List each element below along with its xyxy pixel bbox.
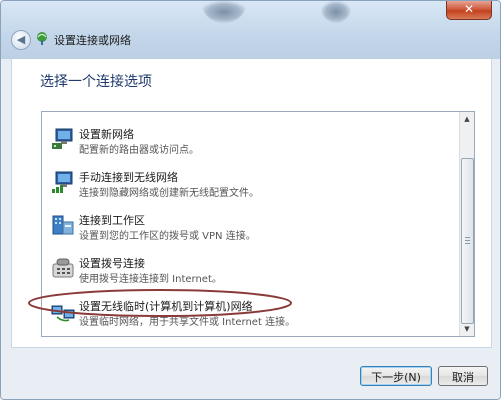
window-title: 设置连接或网络 [54,34,131,47]
wireless-network-icon [52,171,73,193]
option-setup-new-network[interactable]: 设置新网络 配置新的路由器或访问点。 [42,120,452,162]
scroll-up-arrow-icon[interactable]: ▲ [460,112,474,126]
option-title: 连接到工作区 [79,214,145,227]
scroll-down-arrow-icon[interactable]: ▼ [460,322,474,336]
title-bar: ✕ ◀ 设置连接或网络 [1,1,500,59]
option-connect-workplace[interactable]: 连接到工作区 设置到您的工作区的拨号或 VPN 连接。 [42,206,452,248]
option-description: 使用拨号连接连接到 Internet。 [79,274,222,285]
dialog-window: ✕ ◀ 设置连接或网络 选择一个连接选项 设置新网络 配置新的路由器或访问点。 [0,0,501,400]
thumb-grip [465,240,470,241]
thumb-grip [465,237,470,238]
option-description: 连接到隐藏网络或创建新无线配置文件。 [79,188,259,199]
dialup-phone-icon [52,258,74,278]
option-manual-wireless[interactable]: 手动连接到无线网络 连接到隐藏网络或创建新无线配置文件。 [42,163,452,205]
option-description: 配置新的路由器或访问点。 [79,145,199,156]
network-app-icon [37,32,47,45]
option-title: 设置拨号连接 [79,257,145,270]
vertical-scrollbar[interactable]: ▲ ▼ [459,112,474,336]
back-button[interactable]: ◀ [11,30,31,50]
cancel-button[interactable]: 取消 [438,366,488,386]
highlight-annotation-ellipse [28,289,292,317]
network-monitor-icon [52,128,73,149]
option-description: 设置到您的工作区的拨号或 VPN 连接。 [79,231,256,242]
content-panel: 选择一个连接选项 设置新网络 配置新的路由器或访问点。 手动连接到无线网络 连接… [11,59,492,348]
page-heading: 选择一个连接选项 [40,74,152,90]
workplace-icon [52,215,74,235]
next-button[interactable]: 下一步(N) [360,366,432,386]
close-button[interactable]: ✕ [446,1,492,20]
option-dialup[interactable]: 设置拨号连接 使用拨号连接连接到 Internet。 [42,249,452,291]
option-title: 设置新网络 [79,128,134,141]
scroll-thumb[interactable] [461,158,474,324]
desktop-background-blur [201,1,247,23]
dialog-footer: 下一步(N) 取消 [1,348,500,399]
option-title: 手动连接到无线网络 [79,171,178,184]
thumb-grip [465,243,470,244]
desktop-background-blur [321,1,351,23]
